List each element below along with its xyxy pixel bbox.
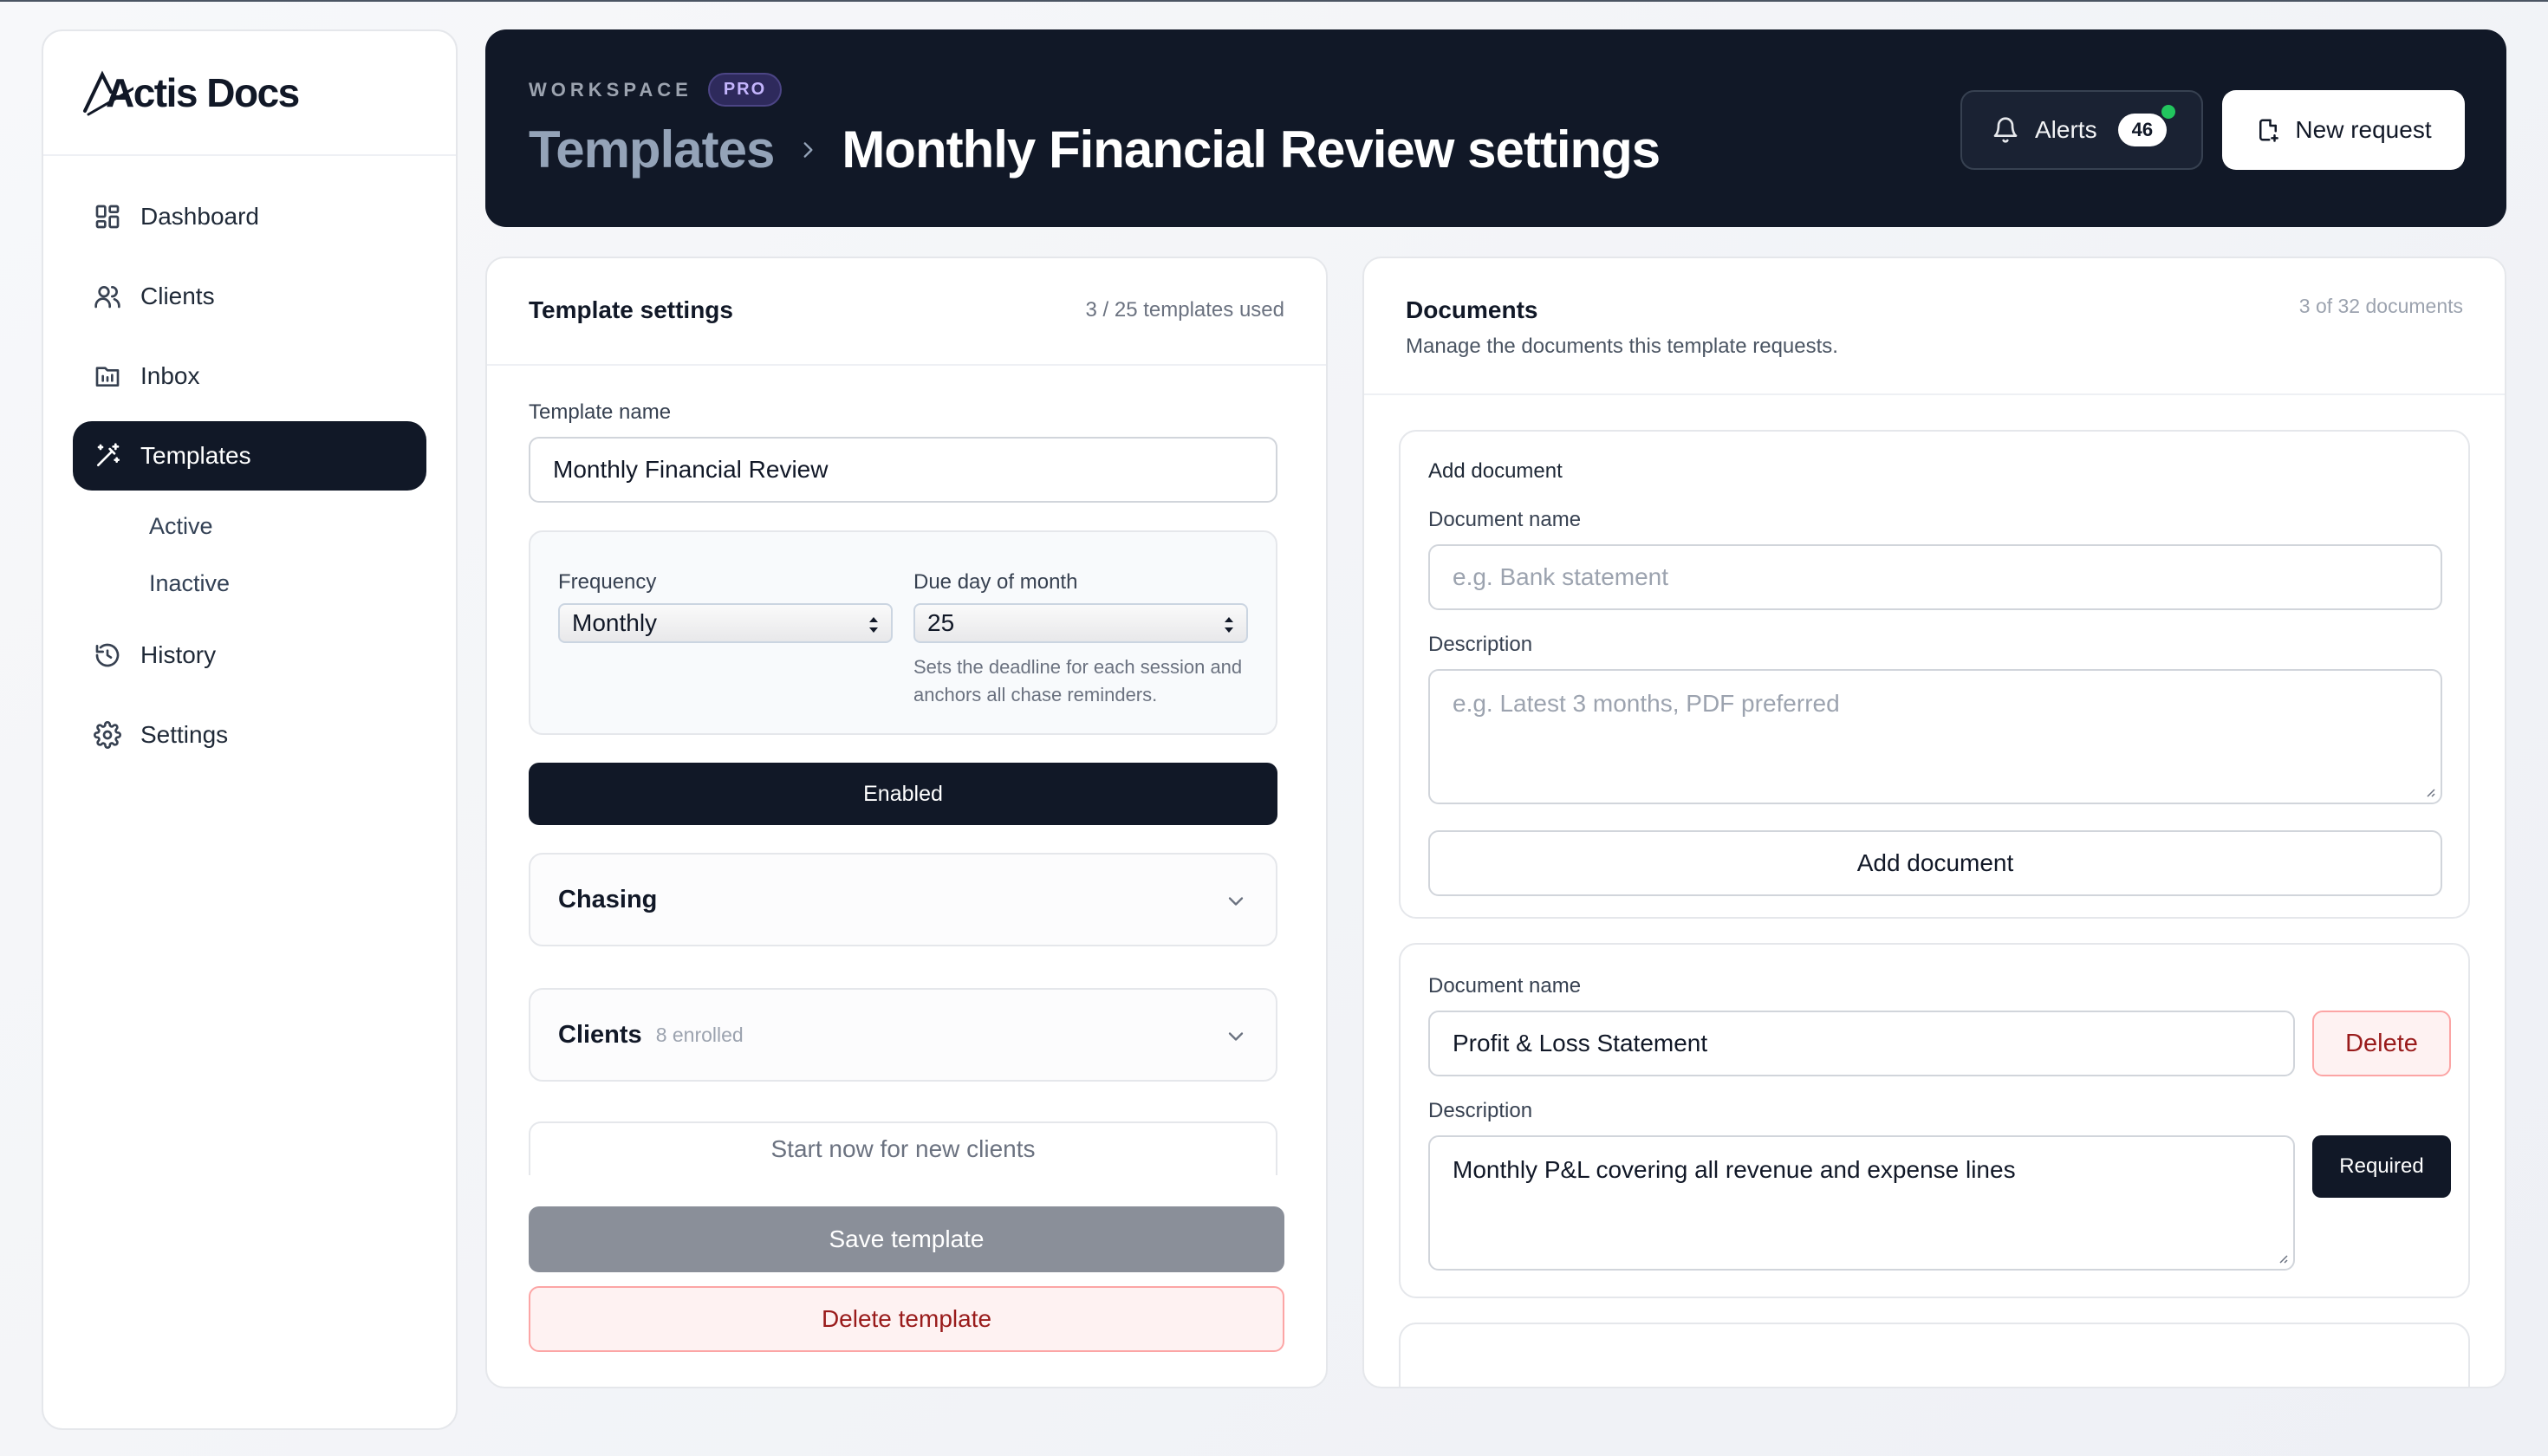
sidebar-nav: Dashboard Clients Inbox Templates Active…	[43, 156, 456, 806]
sidebar: Actis Docs Dashboard Clients Inbox Templ…	[42, 29, 458, 1430]
frequency-label: Frequency	[558, 570, 657, 594]
new-document-description-textarea[interactable]: e.g. Latest 3 months, PDF preferred	[1428, 669, 2442, 804]
sidebar-item-history[interactable]: History	[73, 621, 426, 690]
document-name-label: Document name	[1428, 508, 1582, 531]
clients-accordion[interactable]: Clients 8 enrolled	[529, 988, 1277, 1082]
select-arrows-icon	[1225, 617, 1233, 633]
required-toggle-button[interactable]: Required	[2312, 1135, 2451, 1198]
sidebar-item-label: History	[140, 641, 217, 668]
sidebar-item-templates[interactable]: Templates	[73, 421, 426, 491]
due-day-value: 25	[927, 609, 955, 636]
documents-title: Documents	[1406, 296, 1538, 323]
new-request-label: New request	[2295, 116, 2432, 143]
save-template-button[interactable]: Save template	[529, 1206, 1284, 1272]
resize-handle-icon[interactable]	[2276, 1251, 2288, 1264]
template-settings-header: Template settings 3 / 25 templates used	[487, 258, 1326, 366]
alerts-button[interactable]: Alerts 46	[1960, 90, 2203, 170]
chevron-down-icon	[1224, 1024, 1248, 1049]
breadcrumb-templates-link[interactable]: Templates	[529, 120, 775, 179]
logo-check-icon	[83, 70, 133, 116]
documents-card: Documents Manage the documents this temp…	[1362, 257, 2506, 1388]
sidebar-item-label: Clients	[140, 283, 215, 309]
new-request-button[interactable]: New request	[2222, 90, 2465, 170]
new-document-description-placeholder: e.g. Latest 3 months, PDF preferred	[1453, 690, 1840, 717]
page-header: WORKSPACE PRO Templates Monthly Financia…	[485, 29, 2506, 227]
template-settings-title: Template settings	[529, 296, 733, 323]
sidebar-subitem-active[interactable]: Active	[43, 497, 426, 555]
delete-document-button[interactable]: Delete	[2312, 1011, 2451, 1076]
sidebar-item-inbox[interactable]: Inbox	[73, 341, 426, 411]
template-settings-card: Template settings 3 / 25 templates used …	[485, 257, 1328, 1388]
logo: Actis Docs	[83, 69, 300, 116]
document-name-input[interactable]: Profit & Loss Statement	[1428, 1011, 2295, 1076]
gear-icon	[94, 721, 121, 749]
document-description-value: Monthly P&L covering all revenue and exp…	[1453, 1156, 2016, 1183]
alerts-count-badge: 46	[2117, 105, 2176, 146]
start-now-button[interactable]: Start now for new clients	[529, 1121, 1277, 1175]
due-day-label: Due day of month	[913, 570, 1078, 594]
sidebar-item-label: Dashboard	[140, 203, 259, 230]
inbox-icon	[94, 362, 121, 390]
template-name-label: Template name	[529, 400, 672, 424]
description-label: Description	[1428, 1099, 1533, 1122]
chasing-title: Chasing	[558, 885, 658, 913]
clients-enrolled-count: 8 enrolled	[655, 1023, 744, 1046]
status-toggle-button[interactable]: Enabled	[529, 763, 1277, 825]
document-name-value: Profit & Loss Statement	[1453, 1030, 1708, 1056]
sidebar-item-label: Inbox	[140, 362, 200, 389]
chevron-right-icon	[796, 139, 819, 161]
due-day-select[interactable]: 25	[913, 603, 1248, 643]
document-item: Document name Profit & Loss Statement De…	[1399, 943, 2470, 1298]
document-item	[1399, 1323, 2470, 1387]
add-document-title: Add document	[1428, 459, 1563, 483]
sidebar-item-label: Settings	[140, 721, 229, 748]
magic-wand-icon	[94, 442, 121, 470]
file-plus-icon	[2255, 117, 2281, 143]
document-description-textarea[interactable]: Monthly P&L covering all revenue and exp…	[1428, 1135, 2295, 1271]
frequency-value: Monthly	[572, 609, 658, 636]
frequency-select[interactable]: Monthly	[558, 603, 893, 643]
documents-header: Documents Manage the documents this temp…	[1364, 258, 2505, 395]
breadcrumb: Templates Monthly Financial Review setti…	[529, 120, 1661, 179]
delete-template-button[interactable]: Delete template	[529, 1286, 1284, 1352]
new-document-name-placeholder: e.g. Bank statement	[1453, 563, 1669, 590]
documents-count: 3 of 32 documents	[2298, 295, 2463, 317]
sidebar-item-settings[interactable]: Settings	[73, 700, 426, 770]
document-name-label: Document name	[1428, 974, 1582, 998]
templates-subnav: Active Inactive	[73, 497, 426, 612]
history-icon	[94, 641, 121, 669]
documents-subtitle: Manage the documents this template reque…	[1406, 335, 1838, 358]
status-dot	[2161, 105, 2176, 119]
template-name-input[interactable]: Monthly Financial Review	[529, 437, 1277, 503]
sidebar-item-clients[interactable]: Clients	[73, 262, 426, 331]
new-document-name-input[interactable]: e.g. Bank statement	[1428, 544, 2442, 610]
bell-icon	[1992, 116, 2019, 144]
alerts-count: 46	[2131, 119, 2154, 140]
sidebar-item-label: Templates	[140, 442, 251, 469]
due-day-help: Sets the deadline for each session and a…	[913, 656, 1243, 705]
page-title: Monthly Financial Review settings	[842, 120, 1661, 179]
resize-handle-icon[interactable]	[2423, 785, 2435, 797]
sidebar-item-dashboard[interactable]: Dashboard	[73, 182, 426, 251]
chasing-accordion[interactable]: Chasing	[529, 853, 1277, 946]
alerts-label: Alerts	[2035, 116, 2097, 143]
add-document-button[interactable]: Add document	[1428, 830, 2442, 896]
select-arrows-icon	[869, 617, 878, 633]
clients-title: Clients	[558, 1020, 642, 1049]
workspace-row: WORKSPACE PRO	[529, 73, 783, 107]
template-name-value: Monthly Financial Review	[553, 456, 829, 483]
plan-badge: PRO	[707, 73, 783, 107]
chevron-down-icon	[1224, 889, 1248, 913]
add-document-panel: Add document Document name e.g. Bank sta…	[1399, 430, 2470, 919]
description-label: Description	[1428, 633, 1533, 656]
schedule-panel: Frequency Monthly Due day of month 25 Se…	[529, 530, 1277, 735]
dashboard-icon	[94, 203, 121, 231]
sidebar-subitem-inactive[interactable]: Inactive	[43, 555, 426, 612]
brand[interactable]: Actis Docs	[43, 31, 456, 156]
users-icon	[94, 283, 121, 310]
templates-usage: 3 / 25 templates used	[1085, 298, 1284, 322]
workspace-label: WORKSPACE	[529, 78, 692, 101]
